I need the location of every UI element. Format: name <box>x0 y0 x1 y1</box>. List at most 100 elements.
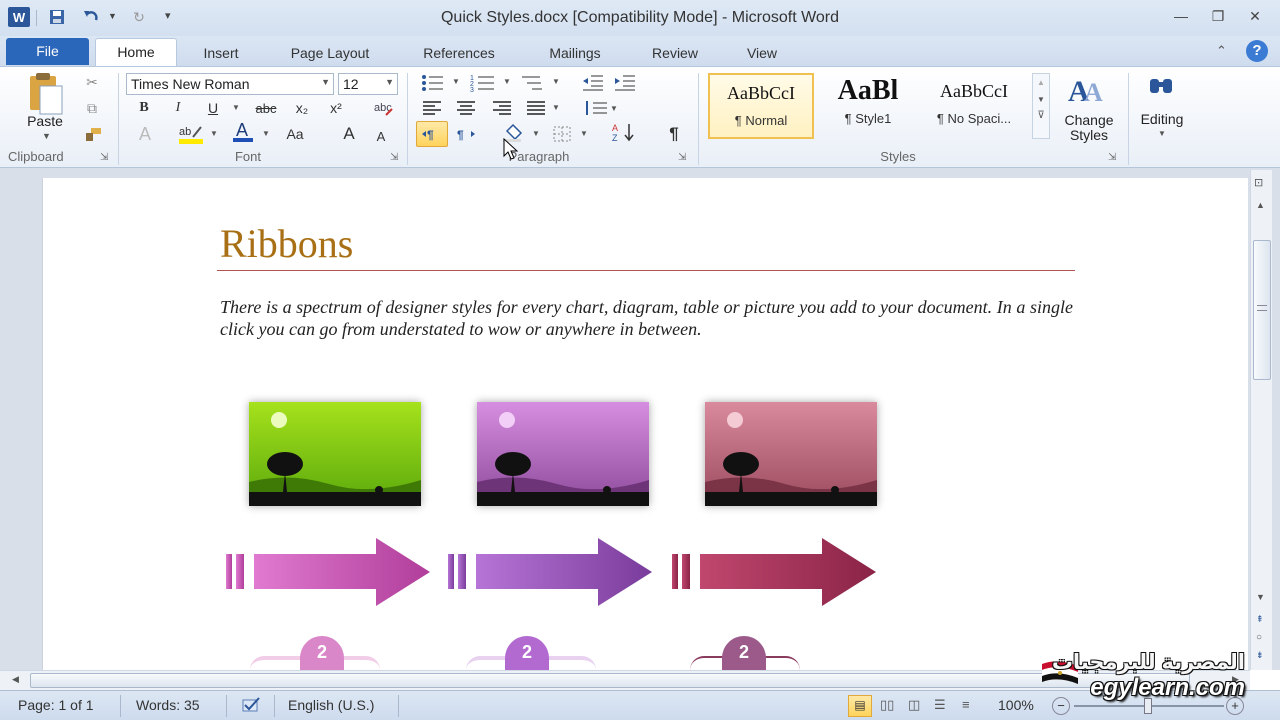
align-left-icon[interactable] <box>420 97 444 119</box>
borders-icon[interactable] <box>550 123 574 145</box>
font-size-field[interactable]: 12 ▼ <box>338 73 398 95</box>
styles-more-icon[interactable]: ⊽ <box>1033 110 1049 121</box>
line-spacing-icon[interactable]: ▼ <box>582 97 620 119</box>
style-style1[interactable]: AaBl ¶ Style1 <box>818 73 918 139</box>
borders-dropdown-icon[interactable]: ▼ <box>580 129 588 138</box>
styles-scroll-up-icon[interactable]: ▲ <box>1033 78 1049 87</box>
show-formatting-icon[interactable]: ¶ <box>662 123 686 145</box>
tab-home[interactable]: Home <box>95 38 177 67</box>
vertical-scrollbar[interactable]: ⊡ ▲ ▼ ⇞ ○ ⇟ <box>1250 170 1272 670</box>
superscript-button[interactable]: x² <box>324 97 348 119</box>
shading-dropdown-icon[interactable]: ▼ <box>532 129 540 138</box>
print-layout-view-icon[interactable]: ▤ <box>848 695 872 717</box>
clipboard-launcher-icon[interactable]: ⇲ <box>100 152 108 163</box>
tab-view[interactable]: View <box>734 42 790 66</box>
tab-review[interactable]: Review <box>640 42 710 66</box>
editing-button[interactable]: Editing <box>1130 111 1194 127</box>
copy-icon[interactable]: ⧉ <box>82 97 102 119</box>
scroll-up-icon[interactable]: ▲ <box>1256 200 1265 210</box>
proofing-icon[interactable] <box>240 696 262 714</box>
clear-formatting-icon[interactable]: abc <box>370 97 396 119</box>
strikethrough-button[interactable]: abc <box>250 97 282 119</box>
status-language[interactable]: English (U.S.) <box>288 697 374 713</box>
highlight-color-icon[interactable]: ab <box>176 123 206 145</box>
minimize-icon[interactable]: — <box>1168 8 1194 26</box>
font-name-field[interactable]: Times New Roman ▼ <box>126 73 334 95</box>
arrow-shape-pink[interactable] <box>224 537 434 607</box>
bold-button[interactable]: B <box>134 97 154 119</box>
paste-icon[interactable] <box>24 72 66 116</box>
document-heading[interactable]: Ribbons <box>220 220 353 267</box>
align-center-icon[interactable] <box>454 97 478 119</box>
highlight-dropdown-icon[interactable]: ▼ <box>210 129 218 138</box>
horizontal-scroll-thumb[interactable] <box>30 673 1190 688</box>
editing-dropdown-icon[interactable]: ▼ <box>1158 129 1166 138</box>
ltr-direction-icon[interactable]: ¶ <box>416 121 448 147</box>
font-name-dropdown-icon[interactable]: ▼ <box>321 77 330 87</box>
format-painter-icon[interactable] <box>82 123 104 145</box>
tab-insert[interactable]: Insert <box>190 42 252 66</box>
status-page[interactable]: Page: 1 of 1 <box>18 697 94 713</box>
arrow-shape-crimson[interactable] <box>670 537 880 607</box>
change-case-button[interactable]: Aa <box>280 123 310 145</box>
picture-green[interactable] <box>249 402 421 506</box>
draft-view-icon[interactable]: ≡ <box>962 697 970 712</box>
styles-gallery-scroll[interactable]: ▲ ▼ ⊽ <box>1032 73 1050 139</box>
underline-dropdown-icon[interactable]: ▼ <box>232 103 240 112</box>
picture-rose[interactable] <box>705 402 877 506</box>
paragraph-launcher-icon[interactable]: ⇲ <box>678 152 686 163</box>
close-icon[interactable]: ✕ <box>1242 8 1268 26</box>
web-layout-icon[interactable]: ◫ <box>908 697 920 713</box>
align-right-icon[interactable] <box>490 97 514 119</box>
change-styles-button[interactable]: Change Styles <box>1056 113 1122 143</box>
font-launcher-icon[interactable]: ⇲ <box>390 152 398 163</box>
justify-icon[interactable] <box>524 97 548 119</box>
outline-view-icon[interactable]: ☰ <box>934 697 946 713</box>
tab-mailings[interactable]: Mailings <box>534 42 616 66</box>
scroll-down-icon[interactable]: ▼ <box>1256 592 1265 602</box>
tab-references[interactable]: References <box>408 42 510 66</box>
tab-file[interactable]: File <box>6 38 89 65</box>
vertical-scroll-thumb[interactable] <box>1253 240 1271 380</box>
collapse-ribbon-icon[interactable]: ⌃ <box>1216 43 1227 59</box>
full-screen-reading-icon[interactable]: ▯▯ <box>880 697 894 713</box>
scroll-left-icon[interactable]: ◀ <box>12 674 19 685</box>
paste-dropdown-icon[interactable]: ▼ <box>42 131 51 141</box>
binoculars-icon[interactable] <box>1146 73 1176 103</box>
multilevel-list-icon[interactable]: ▼ <box>520 71 562 93</box>
subscript-button[interactable]: x₂ <box>290 97 314 119</box>
styles-scroll-down-icon[interactable]: ▼ <box>1033 95 1049 104</box>
cut-icon[interactable]: ✂ <box>82 71 102 93</box>
font-size-dropdown-icon[interactable]: ▼ <box>385 77 394 87</box>
arrow-shape-purple[interactable] <box>446 537 656 607</box>
restore-icon[interactable]: ❐ <box>1205 8 1231 26</box>
document-paragraph[interactable]: There is a spectrum of designer styles f… <box>220 296 1073 340</box>
shrink-font-button[interactable]: A <box>370 125 392 147</box>
grow-font-button[interactable]: A <box>338 123 360 145</box>
underline-button[interactable]: U <box>202 97 224 119</box>
italic-button[interactable]: I <box>168 97 188 119</box>
font-color-dropdown-icon[interactable]: ▼ <box>262 129 270 138</box>
rtl-direction-icon[interactable]: ¶ <box>454 123 478 145</box>
bullets-icon[interactable]: ▼ <box>420 71 460 93</box>
styles-launcher-icon[interactable]: ⇲ <box>1108 152 1116 163</box>
sort-icon[interactable]: AZ <box>610 121 638 143</box>
justify-dropdown-icon[interactable]: ▼ <box>552 103 560 112</box>
ruler-toggle-icon[interactable]: ⊡ <box>1254 176 1270 190</box>
previous-page-icon[interactable]: ⇞ <box>1256 614 1264 625</box>
change-styles-icon[interactable]: AA <box>1062 71 1116 111</box>
picture-purple[interactable] <box>477 402 649 506</box>
tab-page-layout[interactable]: Page Layout <box>276 42 384 66</box>
status-words[interactable]: Words: 35 <box>136 697 200 713</box>
style-normal[interactable]: AaBbCcI ¶ Normal <box>708 73 814 139</box>
paste-button[interactable]: Paste <box>20 113 70 129</box>
numbering-icon[interactable]: 1 2 3 ▼ <box>470 71 512 93</box>
zoom-level[interactable]: 100% <box>998 697 1034 713</box>
style-no-spacing[interactable]: AaBbCcI ¶ No Spaci... <box>922 73 1026 139</box>
increase-indent-icon[interactable] <box>612 71 638 93</box>
text-effects-icon[interactable]: A <box>134 123 156 145</box>
select-browse-object-icon[interactable]: ○ <box>1256 632 1262 643</box>
decrease-indent-icon[interactable] <box>580 71 606 93</box>
help-icon[interactable]: ? <box>1246 40 1268 62</box>
font-color-icon[interactable]: A <box>230 120 256 143</box>
